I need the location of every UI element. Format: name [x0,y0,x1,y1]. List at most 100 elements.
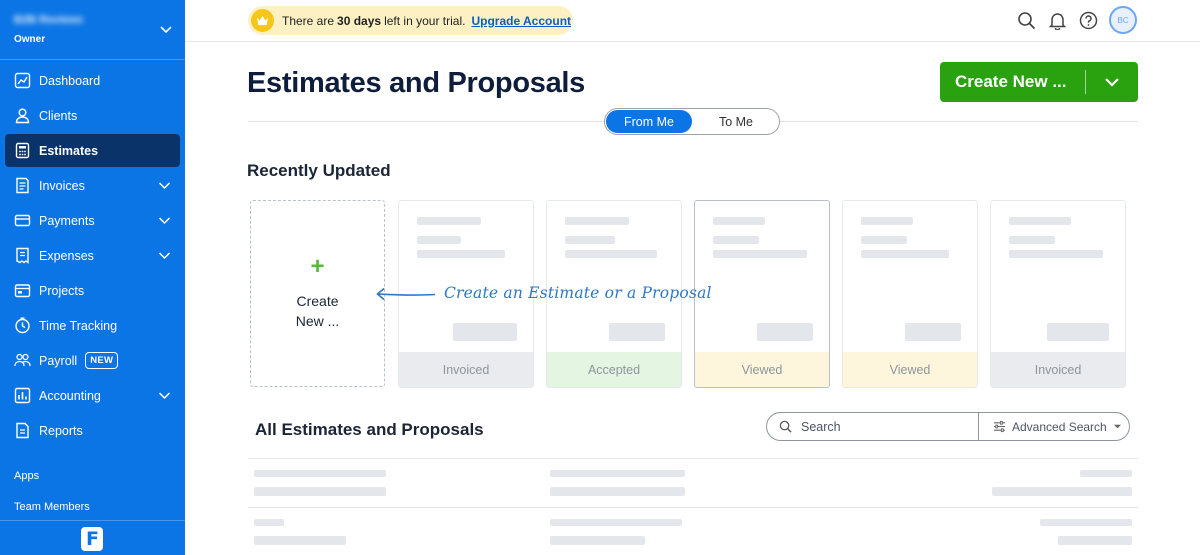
chevron-down-icon [158,217,171,225]
status-label: Invoiced [991,352,1125,387]
sidebar-item-label: Reports [39,423,83,438]
status-label: Invoiced [399,352,533,387]
sidebar-item-label: Projects [39,283,85,298]
all-estimates-title: All Estimates and Proposals [255,420,484,439]
sidebar-item-reports[interactable]: Reports [5,414,180,447]
payroll-icon [14,352,31,369]
freshbooks-logo[interactable]: F [81,527,103,551]
reports-icon [14,422,31,439]
placeholder-line [713,217,765,225]
toggle-to-me[interactable]: To Me [693,109,779,134]
status-label: Viewed [695,352,829,387]
sidebar-item-dashboard[interactable]: Dashboard [5,64,180,97]
placeholder-line [861,236,907,244]
create-new-button[interactable]: Create New ... [940,62,1138,102]
create-new-card[interactable]: + Create New ... [250,200,385,387]
placeholder-line [417,250,505,258]
trial-suffix: left in your trial. [384,13,466,28]
chevron-down-icon [1105,78,1119,87]
placeholder-line [1040,519,1132,526]
list-divider [248,507,1138,508]
create-new-label: Create New ... [955,72,1067,91]
placeholder-line [417,236,461,244]
advanced-search-button[interactable]: Advanced Search [979,413,1129,440]
sidebar-item-projects[interactable]: Projects [5,274,180,307]
upgrade-account-link[interactable]: Upgrade Account [471,14,571,28]
sidebar-divider [0,520,185,521]
placeholder-line [1009,236,1055,244]
placeholder-line [254,487,386,496]
app-root: B2B Reviews Owner Dashboard Clients Esti… [0,0,1200,555]
apps-link[interactable]: Apps [14,470,39,482]
create-new-dropdown[interactable] [1086,74,1138,90]
placeholder-line [1080,470,1132,477]
sidebar-item-clients[interactable]: Clients [5,99,180,132]
sidebar-item-expenses[interactable]: Expenses [5,239,180,272]
toggle-from-me[interactable]: From Me [606,110,692,133]
accounting-icon [14,387,31,404]
placeholder-amount [453,323,517,341]
search-icon[interactable] [1017,11,1036,30]
placeholder-line [861,217,913,225]
recently-updated-title: Recently Updated [247,161,391,180]
caret-down-icon [1113,424,1121,429]
create-hint-text: Create an Estimate or a Proposal [444,284,712,302]
placeholder-amount [1047,323,1109,341]
sidebar-item-payroll[interactable]: Payroll NEW [5,344,180,377]
placeholder-line [713,236,759,244]
placeholder-line [1009,217,1071,225]
business-switcher[interactable]: B2B Reviews Owner [0,0,185,60]
business-role: Owner [14,34,46,45]
help-icon[interactable] [1079,11,1098,30]
search-placeholder: Search [801,419,841,434]
sidebar-nav: Dashboard Clients Estimates Invoices Pay… [5,64,180,449]
chevron-down-icon [158,252,171,260]
sidebar-item-time-tracking[interactable]: Time Tracking [5,309,180,342]
sidebar-item-label: Clients [39,108,78,123]
advanced-search-label: Advanced Search [1012,419,1107,434]
placeholder-line [1058,536,1132,545]
sidebar-item-label: Dashboard [39,73,101,88]
recent-estimate-card[interactable]: Viewed [694,200,830,388]
sidebar-item-label: Estimates [39,143,99,158]
search-icon [779,420,792,433]
create-card-line1: Create [296,293,339,309]
placeholder-line [254,519,284,526]
status-label: Viewed [843,352,977,387]
trial-banner: There are 30 days left in your trial. Up… [248,6,573,35]
sidebar-item-accounting[interactable]: Accounting [5,379,180,412]
placeholder-line [550,487,685,496]
sidebar-item-label: Expenses [39,248,94,263]
sidebar: B2B Reviews Owner Dashboard Clients Esti… [0,0,185,555]
recent-estimate-card[interactable]: Viewed [842,200,978,388]
chevron-down-icon [158,182,171,190]
placeholder-line [992,487,1132,496]
hint-arrow-icon [376,287,436,301]
placeholder-line [254,536,346,545]
placeholder-line [713,250,807,258]
business-name: B2B Reviews [14,14,84,26]
sidebar-item-invoices[interactable]: Invoices [5,169,180,202]
dashboard-icon [14,72,31,89]
bell-icon[interactable] [1048,11,1067,30]
sidebar-item-label: Payroll [39,353,78,368]
placeholder-line [861,250,949,258]
search-bar: Search Advanced Search [766,412,1130,441]
sidebar-item-estimates[interactable]: Estimates [5,134,180,167]
payments-icon [14,212,31,229]
search-input[interactable]: Search [767,413,979,440]
chevron-down-icon [158,392,171,400]
sidebar-item-payments[interactable]: Payments [5,204,180,237]
estimates-icon [14,142,31,159]
page-title: Estimates and Proposals [247,67,585,99]
recent-estimate-card[interactable]: Invoiced [990,200,1126,388]
placeholder-line [565,217,629,225]
clock-icon [14,317,31,334]
placeholder-line [550,536,645,545]
placeholder-line [550,519,682,526]
expenses-icon [14,247,31,264]
avatar[interactable]: BC [1109,6,1137,34]
trial-days: 30 days [337,13,382,28]
placeholder-line [565,236,615,244]
team-members-link[interactable]: Team Members [14,501,90,513]
